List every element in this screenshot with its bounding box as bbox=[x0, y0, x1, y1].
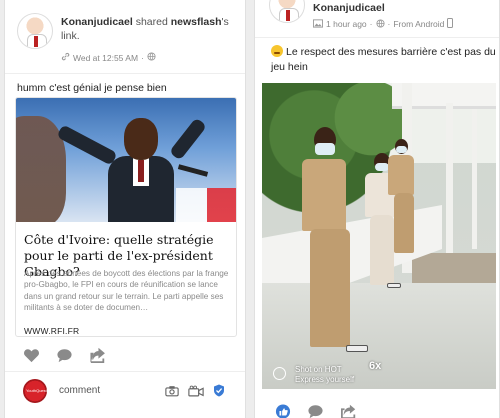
post-body: Le respect des mesures barrière c'est pa… bbox=[271, 45, 497, 75]
author-name[interactable]: Konanjudicael bbox=[61, 16, 133, 28]
post-body-text: Le respect des mesures barrière c'est pa… bbox=[271, 46, 496, 73]
emoji-shield-icon[interactable] bbox=[213, 384, 225, 402]
image-icon bbox=[313, 18, 323, 30]
phone-icon bbox=[447, 18, 454, 30]
post-header: Konanjudicael shared newsflash's link. bbox=[61, 15, 241, 43]
post-body: humm c'est génial je pense bien bbox=[17, 82, 167, 94]
heart-icon[interactable] bbox=[23, 348, 40, 363]
post-actions bbox=[23, 347, 107, 363]
post-card-shared-link: Konanjudicael shared newsflash's link. W… bbox=[4, 0, 246, 418]
author-avatar[interactable] bbox=[269, 0, 305, 23]
globe-icon bbox=[375, 18, 385, 30]
watermark-line2: Express yourself bbox=[295, 375, 355, 384]
comment-input[interactable]: comment bbox=[59, 385, 100, 396]
meta-separator: · bbox=[387, 19, 391, 29]
comment-bubble-icon[interactable] bbox=[307, 404, 324, 418]
link-description: Après des années de boycott des élection… bbox=[24, 269, 229, 313]
link-icon bbox=[61, 52, 70, 63]
meta-separator: · bbox=[369, 19, 373, 29]
header-divider bbox=[5, 73, 245, 74]
post-meta: 1 hour ago · · From Android bbox=[313, 18, 454, 30]
watermark-multiplier: 6x bbox=[369, 360, 382, 372]
source-suffix: 's bbox=[221, 16, 229, 28]
comment-bubble-icon[interactable] bbox=[56, 348, 73, 363]
action-text: shared bbox=[135, 16, 168, 28]
timestamp[interactable]: 1 hour ago bbox=[326, 19, 367, 29]
feed: Konanjudicael shared newsflash's link. W… bbox=[0, 0, 500, 418]
header-divider bbox=[255, 37, 499, 38]
watermark-logo-icon bbox=[273, 367, 286, 380]
post-photo[interactable] bbox=[262, 83, 496, 389]
photo-watermark: Shot on HOT Express yourself 6x bbox=[295, 361, 381, 385]
author-name[interactable]: Konanjudicael bbox=[313, 2, 385, 14]
link-domain: WWW.RFI.FR bbox=[24, 326, 80, 336]
link-word: link. bbox=[61, 30, 80, 42]
source-name[interactable]: newsflash bbox=[171, 16, 222, 28]
actions-divider bbox=[5, 371, 245, 372]
video-camera-icon[interactable] bbox=[188, 384, 204, 402]
watermark-line1: Shot on HOT bbox=[295, 365, 342, 374]
camera-icon[interactable] bbox=[165, 384, 179, 402]
source-device: From Android bbox=[393, 19, 445, 29]
timestamp[interactable]: Wed at 12:55 AM bbox=[73, 53, 138, 63]
post-card-photo: Konanjudicael 1 hour ago · · From Androi… bbox=[254, 0, 500, 418]
share-arrow-icon[interactable] bbox=[89, 347, 107, 363]
meta-separator: · bbox=[141, 52, 144, 63]
link-preview-card[interactable]: Côte d'Ivoire: quelle stratégie pour le … bbox=[15, 97, 237, 337]
post-actions bbox=[275, 403, 358, 418]
comment-tools bbox=[165, 384, 225, 402]
share-arrow-icon[interactable] bbox=[340, 403, 358, 418]
author-avatar[interactable] bbox=[17, 13, 53, 49]
commenter-avatar: YouthQuestions bbox=[23, 379, 54, 403]
grimacing-face-icon bbox=[271, 45, 283, 57]
post-header: Konanjudicael bbox=[313, 1, 385, 15]
globe-icon bbox=[147, 52, 156, 63]
like-icon[interactable] bbox=[275, 403, 291, 418]
post-meta: Wed at 12:55 AM · bbox=[61, 52, 156, 63]
link-preview-image bbox=[16, 98, 236, 222]
